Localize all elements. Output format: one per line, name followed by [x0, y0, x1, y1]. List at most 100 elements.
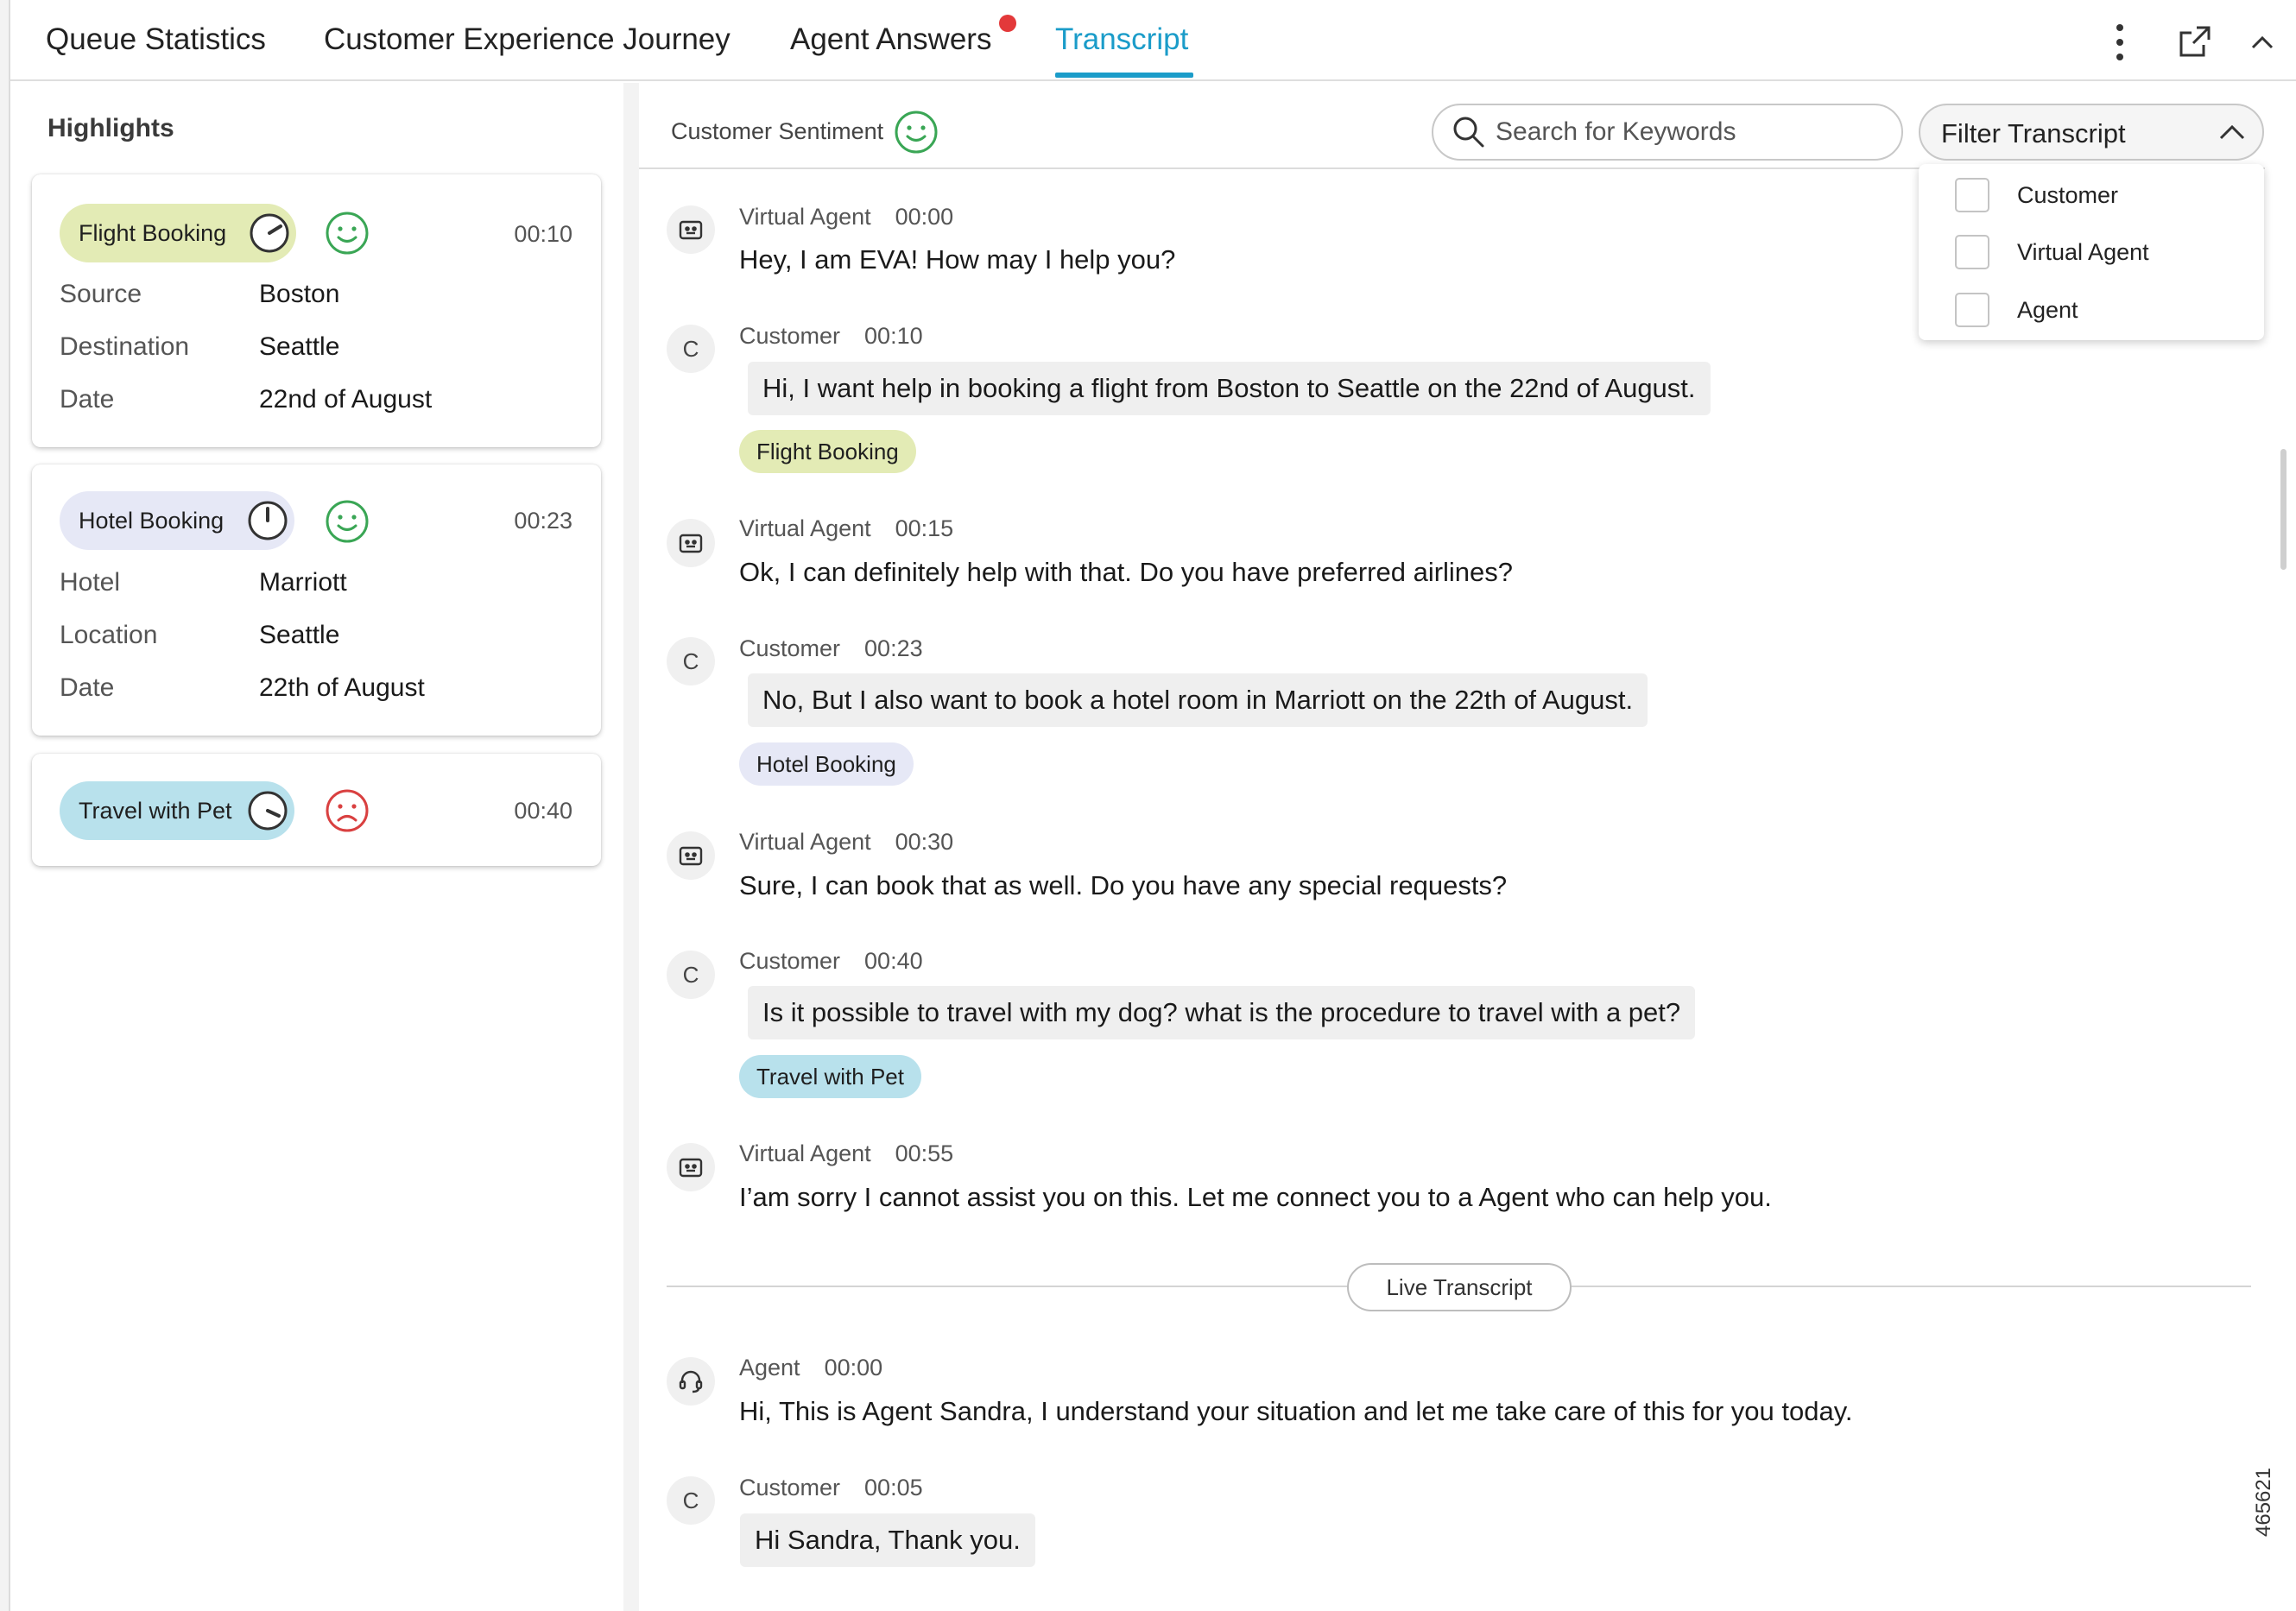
message-header: Agent 00:00 — [739, 1355, 882, 1381]
highlight-card-pet[interactable]: Travel with Pet 00:40 — [32, 754, 601, 866]
message-text: Hi, This is Agent Sandra, I understand y… — [739, 1396, 1853, 1426]
speaker-name: Customer — [739, 1475, 841, 1500]
message-bubble: No, But I also want to book a hotel room… — [748, 673, 1648, 727]
customer-avatar: C — [667, 1476, 715, 1525]
virtual-agent-bot-icon — [667, 519, 715, 567]
customer-sentiment-icon — [895, 111, 938, 154]
field-value: 22nd of August — [259, 385, 433, 414]
tab-customer-experience-journey[interactable]: Customer Experience Journey — [324, 22, 731, 57]
message-header: Customer 00:40 — [739, 948, 923, 975]
customer-avatar: C — [667, 325, 715, 373]
checkbox[interactable] — [1955, 235, 1989, 269]
message-text: Sure, I can book that as well. Do you ha… — [739, 870, 1508, 900]
filter-option-label: Virtual Agent — [2017, 238, 2149, 265]
tag-label: Travel with Pet — [79, 797, 232, 824]
message-header: Virtual Agent 00:55 — [739, 1140, 953, 1167]
message-time: 00:23 — [864, 635, 923, 661]
message-time: 00:05 — [864, 1475, 923, 1500]
negative-sentiment-icon — [326, 789, 369, 832]
field-value: Marriott — [259, 568, 347, 597]
message-time: 00:30 — [895, 829, 954, 855]
live-transcript-badge: Live Transcript — [1347, 1263, 1572, 1311]
tag-pill: Hotel Booking — [60, 491, 294, 550]
highlight-time: 00:10 — [514, 221, 572, 247]
filter-option-customer[interactable]: Customer — [1955, 178, 2118, 212]
gauge-icon — [248, 501, 288, 540]
agent-headset-icon — [667, 1357, 715, 1406]
message-text: Ok, I can definitely help with that. Do … — [739, 557, 1514, 587]
filter-dropdown: Customer Virtual Agent Agent — [1919, 164, 2264, 340]
field-key: Source — [60, 280, 142, 308]
message-tag[interactable]: Travel with Pet — [739, 1055, 921, 1098]
search-icon — [1453, 117, 1484, 148]
filter-option-label: Agent — [2017, 296, 2078, 323]
message-bubble: Hi Sandra, Thank you. — [740, 1513, 1035, 1567]
pop-out-icon[interactable] — [2176, 22, 2214, 60]
speaker-name: Customer — [739, 635, 841, 661]
message-time: 00:40 — [864, 948, 923, 974]
active-tab-indicator — [1055, 73, 1193, 78]
virtual-agent-bot-icon — [667, 205, 715, 254]
gauge-icon — [250, 213, 289, 253]
gauge-icon — [248, 791, 288, 831]
speaker-name: Virtual Agent — [739, 204, 871, 230]
figure-id: 465621 — [2252, 1467, 2275, 1537]
message-text: I’am sorry I cannot assist you on this. … — [739, 1182, 1772, 1212]
field-key: Location — [60, 621, 158, 649]
field-value: 22th of August — [259, 673, 425, 702]
customer-avatar: C — [667, 951, 715, 999]
virtual-agent-bot-icon — [667, 831, 715, 880]
customer-sentiment-label: Customer Sentiment — [671, 118, 884, 144]
highlight-card-hotel[interactable]: Hotel Booking 00:23 Hotel Marriott Locat… — [32, 464, 601, 736]
speaker-name: Customer — [739, 948, 841, 974]
virtual-agent-bot-icon — [667, 1143, 715, 1191]
speaker-name: Virtual Agent — [739, 515, 871, 541]
collapse-icon[interactable] — [2247, 29, 2278, 55]
field-value: Boston — [259, 280, 340, 308]
highlight-card-flight[interactable]: Flight Booking 00:10 Source Boston Desti… — [32, 174, 601, 447]
tag-pill: Flight Booking — [60, 204, 296, 262]
more-options-icon[interactable] — [2107, 19, 2133, 66]
message-text: Hey, I am EVA! How may I help you? — [739, 244, 1176, 275]
positive-sentiment-icon — [326, 212, 369, 255]
message-bubble: Is it possible to travel with my dog? wh… — [748, 986, 1696, 1039]
speaker-name: Virtual Agent — [739, 829, 871, 855]
highlight-time: 00:40 — [514, 798, 572, 824]
tag-label: Hotel Booking — [79, 507, 225, 534]
message-header: Virtual Agent 00:00 — [739, 204, 953, 231]
message-time: 00:55 — [895, 1140, 954, 1166]
search-input[interactable] — [1496, 117, 1875, 147]
checkbox[interactable] — [1955, 293, 1989, 327]
filter-option-agent[interactable]: Agent — [1955, 293, 2078, 327]
message-header: Virtual Agent 00:15 — [739, 515, 953, 542]
message-tag[interactable]: Flight Booking — [739, 430, 916, 473]
message-bubble: Hi, I want help in booking a flight from… — [748, 362, 1711, 415]
transcript-scrollbar[interactable] — [2280, 449, 2287, 570]
field-value: Seattle — [259, 332, 340, 361]
filter-option-label: Customer — [2017, 181, 2119, 208]
filter-option-virtual-agent[interactable]: Virtual Agent — [1955, 235, 2149, 269]
tab-transcript[interactable]: Transcript — [1055, 22, 1188, 57]
field-key: Date — [60, 385, 115, 414]
message-header: Customer 00:23 — [739, 635, 923, 662]
message-time: 00:00 — [895, 204, 954, 230]
field-key: Date — [60, 673, 115, 702]
tag-pill: Travel with Pet — [60, 781, 294, 840]
field-key: Destination — [60, 332, 190, 361]
pane-divider — [623, 83, 639, 1611]
customer-avatar: C — [667, 637, 715, 685]
field-value: Seattle — [259, 621, 340, 649]
highlight-time: 00:23 — [514, 508, 572, 534]
checkbox[interactable] — [1955, 178, 1989, 212]
notification-dot — [999, 15, 1016, 32]
message-header: Virtual Agent 00:30 — [739, 829, 953, 856]
tag-label: Flight Booking — [79, 219, 227, 246]
message-tag[interactable]: Hotel Booking — [739, 742, 914, 786]
filter-transcript-button[interactable]: Filter Transcript — [1919, 104, 2264, 161]
tab-agent-answers[interactable]: Agent Answers — [790, 22, 991, 57]
chevron-up-icon — [2219, 124, 2245, 140]
keyword-search-box[interactable] — [1432, 104, 1903, 161]
speaker-name: Agent — [739, 1355, 800, 1380]
field-key: Hotel — [60, 568, 121, 597]
tab-queue-statistics[interactable]: Queue Statistics — [46, 22, 266, 57]
